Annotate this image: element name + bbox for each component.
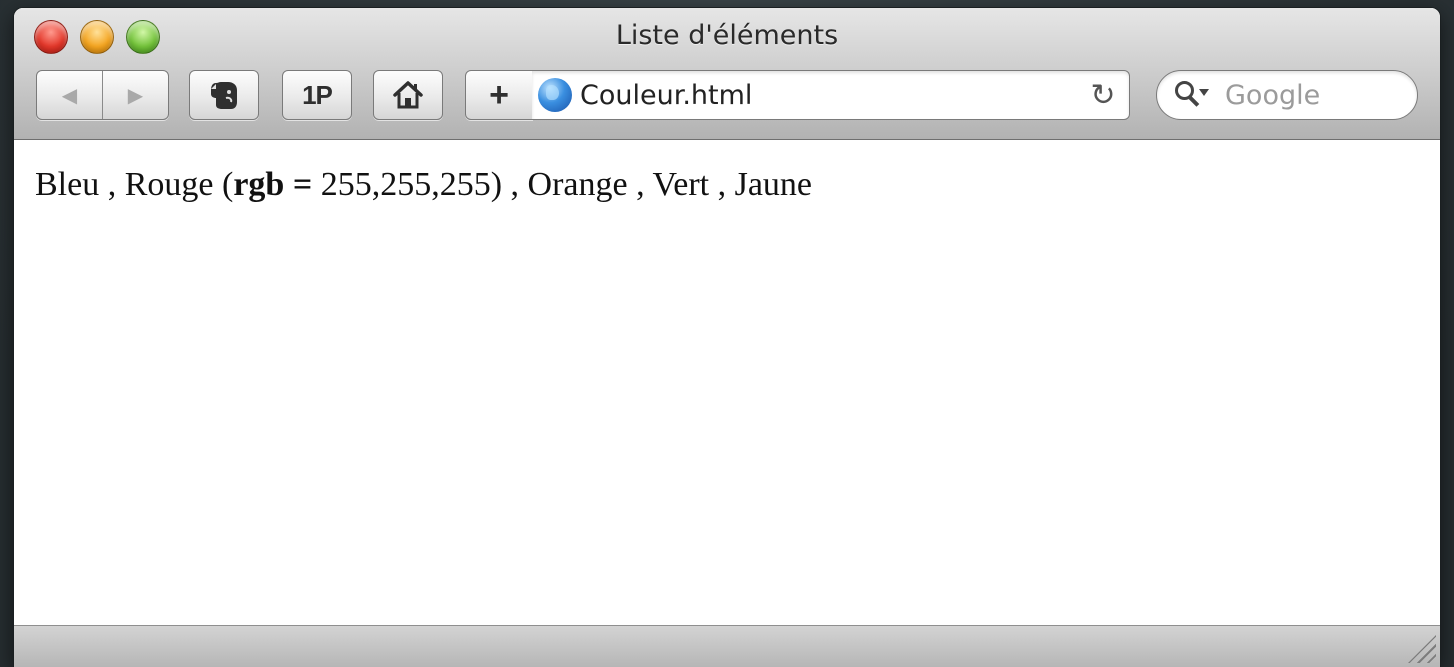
onepassword-label: 1P: [302, 79, 333, 110]
home-icon: [393, 81, 423, 109]
forward-button[interactable]: ▶: [102, 71, 168, 119]
globe-icon: [538, 78, 572, 112]
text-segment: Bleu , Rouge (: [35, 166, 234, 203]
plus-icon: +: [489, 75, 509, 114]
forward-icon: ▶: [127, 84, 144, 107]
resize-grip-icon[interactable]: [1408, 635, 1436, 663]
status-bar: [14, 625, 1440, 667]
color-list-text: Bleu , Rouge (rgb = 255,255,255) , Orang…: [35, 166, 1440, 204]
evernote-button[interactable]: [189, 70, 259, 120]
search-icon[interactable]: [1171, 75, 1211, 115]
add-bookmark-button[interactable]: +: [465, 70, 533, 120]
page-content: Bleu , Rouge (rgb = 255,255,255) , Orang…: [14, 141, 1440, 625]
back-forward-group: ◀ ▶: [36, 70, 169, 120]
back-button[interactable]: ◀: [37, 71, 102, 119]
url-text[interactable]: Couleur.html: [580, 80, 1083, 111]
browser-window: Liste d'éléments ◀ ▶ 1P + Couleur.html ↻…: [14, 8, 1440, 667]
window-title: Liste d'éléments: [615, 20, 839, 51]
search-box[interactable]: [1156, 70, 1418, 120]
bold-text-segment: rgb =: [233, 166, 313, 203]
home-button[interactable]: [373, 70, 443, 120]
onepassword-button[interactable]: 1P: [282, 70, 352, 120]
text-segment: 255,255,255) , Orange , Vert , Jaune: [312, 166, 813, 203]
elephant-icon: [211, 82, 237, 109]
back-icon: ◀: [61, 84, 78, 107]
search-input[interactable]: [1225, 79, 1405, 111]
reload-icon[interactable]: ↻: [1083, 75, 1123, 115]
address-bar[interactable]: Couleur.html ↻: [532, 70, 1130, 120]
title-bar: Liste d'éléments ◀ ▶ 1P + Couleur.html ↻…: [14, 8, 1440, 140]
chevron-down-icon: [1199, 89, 1209, 96]
